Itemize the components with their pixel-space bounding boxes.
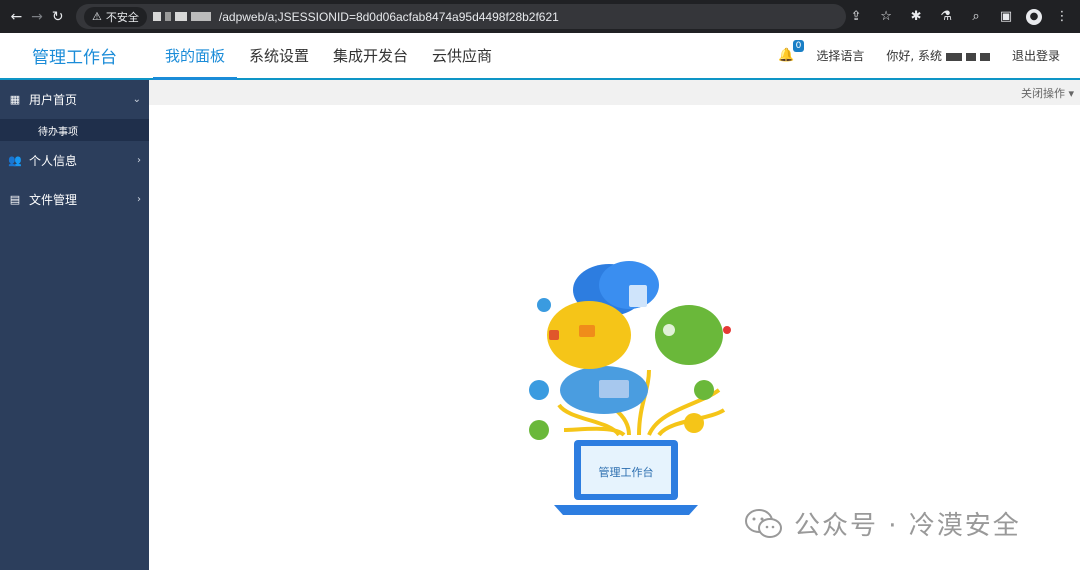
sidebar-item-label: 个人信息 [29, 154, 78, 168]
watermark: 公众号 · 冷漠安全 [744, 505, 1021, 542]
notification-badge: 0 [792, 40, 805, 52]
flask-icon[interactable]: ⚗ [936, 7, 956, 27]
menu-kebab-icon[interactable]: ⋮ [1052, 7, 1072, 27]
redacted-host [164, 12, 171, 21]
reload-icon[interactable]: ↻ [49, 5, 66, 29]
bookmark-star-icon[interactable]: ☆ [876, 7, 896, 27]
cloud-green [655, 305, 723, 365]
watermark-text: 公众号 · 冷漠安全 [794, 511, 1021, 541]
sidebar: ▦ 用户首页 ⌄ 待办事项 👥 个人信息 › ▤ 文件管理 › [0, 80, 149, 570]
lightbulb-icon [723, 326, 731, 334]
wechat-logo-icon [745, 508, 782, 538]
profile-icon[interactable]: ● [1026, 8, 1043, 25]
search-icon[interactable]: ⌕ [966, 7, 986, 27]
share-icon[interactable]: ⇪ [846, 7, 866, 27]
sidebar-item-label: 文件管理 [29, 193, 78, 207]
sidebar-item-file-management[interactable]: ▤ 文件管理 › [0, 180, 149, 219]
user-greeting[interactable]: 你好, 系统 [886, 47, 990, 64]
url-text: /adpweb/a;JSESSIONID=8d0d06acfab8474a95d… [218, 9, 559, 24]
tab-dev-console[interactable]: 集成开发台 [321, 33, 420, 78]
address-bar[interactable]: ⚠ 不安全 /adpweb/a;JSESSIONID=8d0d06acfab84… [76, 4, 847, 29]
browser-toolbar: ← → ↻ ⚠ 不安全 /adpweb/a;JSESSIONID=8d0d06a… [0, 0, 1080, 33]
greeting-text: 你好, 系统 [886, 49, 942, 63]
sidebar-item-label: 用户首页 [29, 93, 78, 107]
side-panel-icon[interactable]: ▣ [996, 7, 1016, 27]
page-tab-bar: 关闭操作 ▾ [149, 80, 1080, 105]
dollar-icon [537, 298, 551, 312]
redacted-host [152, 12, 161, 21]
sidebar-item-user-home[interactable]: ▦ 用户首页 ⌄ [0, 80, 149, 119]
sidebar-item-personal-info[interactable]: 👥 个人信息 › [0, 141, 149, 180]
top-nav: 我的面板 系统设置 集成开发台 云供应商 [153, 33, 504, 80]
redacted-username [945, 52, 962, 61]
cloud-icon [529, 380, 549, 400]
extensions-icon[interactable]: ✱ [906, 7, 926, 27]
calendar-icon: ▦ [9, 93, 21, 106]
cart-icon [529, 420, 549, 440]
chevron-right-icon: › [137, 194, 141, 205]
dashboard-illustration: 管理工作台 [529, 261, 731, 515]
logout-link[interactable]: 退出登录 [1012, 47, 1060, 64]
brand-title[interactable]: 管理工作台 [0, 33, 149, 78]
chevron-right-icon: › [137, 155, 141, 166]
cloud-decor [599, 380, 629, 398]
laptop-base [554, 505, 698, 515]
warning-icon: ⚠ [92, 11, 102, 23]
tab-cloud-vendor[interactable]: 云供应商 [420, 33, 504, 78]
close-operations-dropdown[interactable]: 关闭操作 ▾ [1015, 85, 1080, 101]
users-icon: 👥 [8, 154, 22, 167]
laptop-text: 管理工作台 [599, 465, 654, 479]
main-content: 关闭操作 ▾ 管理工作台 公众号 · 冷漠安全 [149, 80, 1080, 570]
back-icon[interactable]: ← [8, 5, 25, 29]
clipboard-icon [684, 413, 704, 433]
cloud-icon [694, 380, 714, 400]
redacted-host [174, 12, 187, 21]
language-select[interactable]: 选择语言 [816, 47, 864, 64]
app-header: 管理工作台 我的面板 系统设置 集成开发台 云供应商 🔔 0 选择语言 你好, … [0, 33, 1080, 80]
cloud-decor [629, 285, 647, 307]
file-icon: ▤ [9, 193, 21, 206]
close-ops-label: 关闭操作 [1020, 86, 1065, 100]
redacted-host [190, 12, 211, 21]
security-indicator[interactable]: ⚠ 不安全 [84, 6, 147, 27]
tab-system-settings[interactable]: 系统设置 [237, 33, 321, 78]
cloud-decor [579, 325, 595, 337]
redacted-username [965, 52, 976, 61]
sidebar-subitem-todo[interactable]: 待办事项 [0, 119, 149, 141]
tab-my-panel[interactable]: 我的面板 [153, 33, 238, 80]
header-actions: 🔔 0 选择语言 你好, 系统 退出登录 [778, 33, 1080, 78]
notification-bell-icon[interactable]: 🔔 0 [778, 40, 805, 63]
cloud-decor [663, 324, 675, 336]
cloud-decor [549, 330, 559, 340]
redacted-username [979, 52, 990, 61]
forward-icon[interactable]: → [29, 5, 46, 29]
chevron-down-icon: ⌄ [132, 94, 141, 105]
